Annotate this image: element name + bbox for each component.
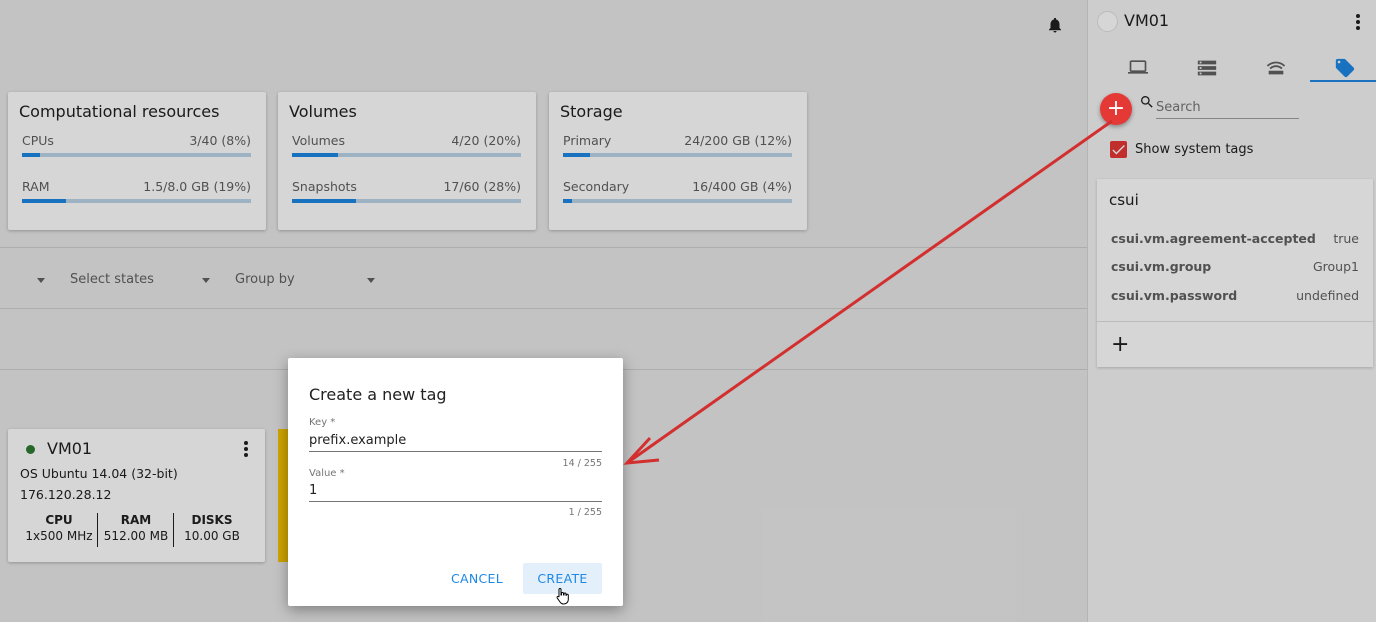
add-tag-fab[interactable]: +	[1100, 93, 1132, 125]
cancel-button[interactable]: CANCEL	[442, 563, 512, 594]
modal-backdrop	[0, 0, 1376, 622]
value-field[interactable]	[309, 480, 602, 502]
create-tag-dialog: Create a new tag Key * 14 / 255 Value * …	[288, 358, 623, 606]
key-counter: 14 / 255	[562, 458, 602, 469]
value-counter: 1 / 255	[568, 507, 602, 518]
key-label: Key *	[309, 417, 336, 428]
dialog-title: Create a new tag	[309, 385, 447, 404]
key-field[interactable]	[309, 430, 602, 452]
hand-cursor-icon	[556, 587, 569, 605]
value-label: Value *	[309, 468, 345, 479]
